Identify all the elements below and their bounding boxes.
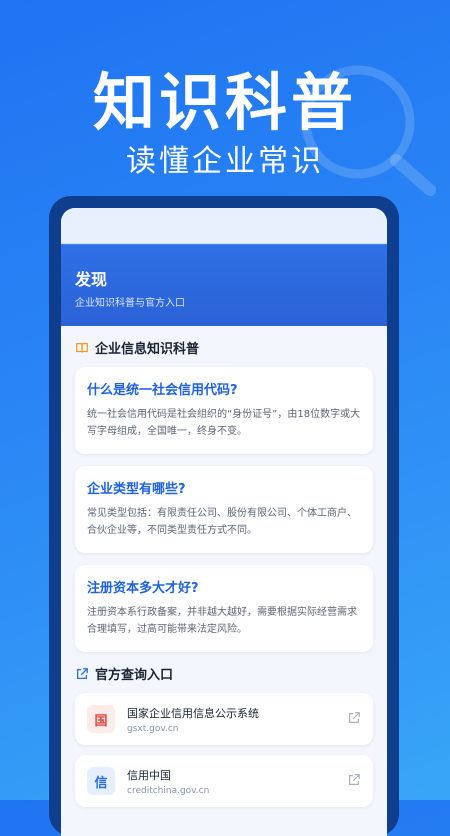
card-answer: 常见类型包括：有限责任公司、股份有限公司、个体工商户、合伙企业等，不同类型责任方…: [87, 508, 357, 536]
official-section-title: 官方查询入口: [75, 664, 373, 683]
phone-screen: 发现 企业知识科普与官方入口 企业信息知识科普 什么是统一社会信用代码? 统一社…: [61, 208, 387, 836]
knowledge-card[interactable]: 注册资本多大才好? 注册资本系行政备案，并非越大越好，需要根据实际经营需求合理填…: [75, 565, 373, 652]
knowledge-card[interactable]: 什么是统一社会信用代码? 统一社会信用代码是社会组织的“身份证号”，由18位数字…: [75, 367, 373, 454]
card-answer: 统一社会信用代码是社会组织的“身份证号”，由18位数字或大写字母组成，全国唯一，…: [87, 409, 361, 437]
card-question: 什么是统一社会信用代码?: [87, 383, 238, 398]
screen-header: 发现 企业知识科普与官方入口: [61, 208, 387, 326]
screen-description: 企业知识科普与官方入口: [75, 298, 185, 309]
card-question: 企业类型有哪些?: [87, 482, 186, 497]
entry-url: creditchina.gov.cn: [127, 786, 210, 796]
entry-url: gsxt.gov.cn: [127, 724, 179, 734]
screen-title: 发现: [75, 270, 108, 289]
entry-name: 信用中国: [127, 769, 171, 782]
phone-frame: 发现 企业知识科普与官方入口 企业信息知识科普 什么是统一社会信用代码? 统一社…: [49, 196, 399, 836]
knowledge-section-label: 企业信息知识科普: [95, 342, 200, 357]
knowledge-section-title: 企业信息知识科普: [75, 338, 373, 357]
card-question: 注册资本多大才好?: [87, 581, 199, 596]
card-answer: 注册资本系行政备案，并非越大越好，需要根据实际经营需求合理填写，过高可能带来法定…: [87, 607, 357, 635]
official-entry-creditchina[interactable]: 信 信用中国 creditchina.gov.cn: [75, 755, 373, 807]
open-link-icon[interactable]: [347, 773, 361, 787]
hero-subtitle: 读懂企业常识: [126, 144, 324, 179]
official-entry-gsxt[interactable]: 国 国家企业信用信息公示系统 gsxt.gov.cn: [75, 693, 373, 745]
entry-badge: 国: [87, 705, 115, 733]
official-section-label: 官方查询入口: [95, 668, 174, 683]
external-link-icon: [76, 667, 88, 679]
entry-name: 国家企业信用信息公示系统: [127, 707, 259, 720]
knowledge-card[interactable]: 企业类型有哪些? 常见类型包括：有限责任公司、股份有限公司、个体工商户、合伙企业…: [75, 466, 373, 553]
entry-badge: 信: [87, 767, 115, 795]
open-link-icon[interactable]: [347, 711, 361, 725]
book-icon: [76, 342, 88, 353]
